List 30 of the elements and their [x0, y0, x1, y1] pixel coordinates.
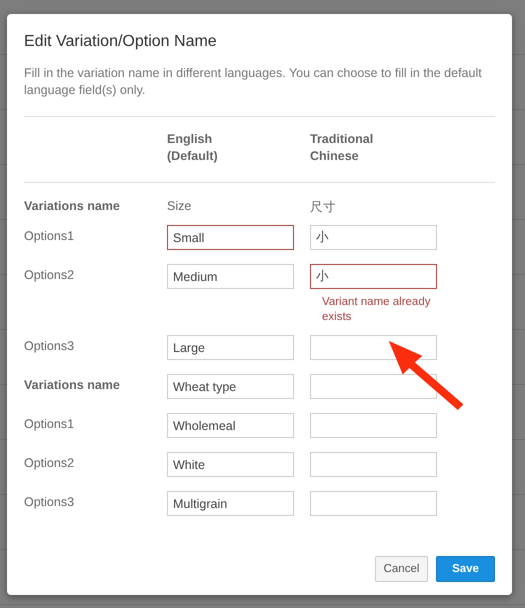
input-field[interactable] [310, 374, 437, 399]
row-label: Options3 [24, 338, 76, 353]
input-field[interactable] [310, 335, 437, 360]
row-label: Variations name [24, 198, 121, 213]
row-label: Options2 [24, 455, 76, 470]
row-label: Options2 [24, 267, 76, 282]
dialog-description: Fill in the variation name in different languages. You can choose to fill in the default language field(s) only. [24, 65, 483, 99]
input-field[interactable]: Multigrain [167, 491, 294, 516]
input-field[interactable] [310, 413, 437, 438]
row-label: Options1 [24, 416, 76, 431]
column-heading: English (Default) [167, 131, 219, 165]
input-field[interactable]: Small [167, 225, 294, 250]
row-label: Options3 [24, 494, 76, 509]
input-field[interactable]: Large [167, 335, 294, 360]
row-label: Options1 [24, 228, 76, 243]
input-field[interactable]: Medium [167, 264, 294, 289]
input-field[interactable] [310, 452, 437, 477]
row-label: Variations name [24, 377, 121, 392]
input-field[interactable]: 小 [310, 225, 437, 250]
input-field[interactable]: 小 [310, 264, 437, 289]
dialog-title: Edit Variation/Option Name [24, 32, 218, 51]
cancel-button[interactable]: Cancel [375, 556, 428, 582]
input-field[interactable] [310, 491, 437, 516]
column-heading: Traditional Chinese [310, 131, 374, 165]
column-value: 尺寸 [310, 199, 337, 216]
input-field[interactable]: White [167, 452, 294, 477]
column-value: Size [167, 198, 192, 213]
input-field[interactable]: Wheat type [167, 374, 294, 399]
input-field[interactable]: Wholemeal [167, 413, 294, 438]
error-message: Variant name already exists [322, 295, 432, 325]
